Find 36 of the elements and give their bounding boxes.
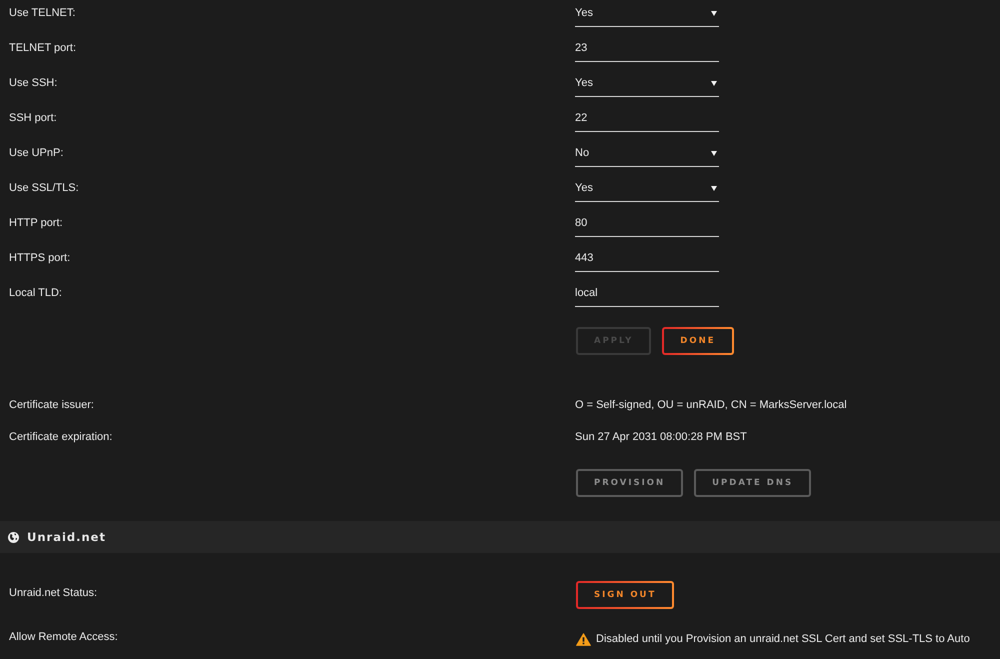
caret-icon [711, 150, 717, 156]
select-field[interactable]: Yes [575, 70, 719, 97]
setting-label: Unraid.net Status: [9, 586, 98, 601]
text-field[interactable]: 443 [575, 245, 719, 272]
caret-icon [711, 186, 717, 190]
text-field[interactable]: 23 [575, 35, 719, 62]
action-button[interactable]: PROVISION [576, 469, 684, 497]
caret-icon [711, 80, 717, 86]
globe-icon [8, 532, 19, 542]
setting-value: O = Self-signed, OU = unRAID, CN = MarksServer.local [575, 399, 847, 411]
setting-label: Use SSH: [9, 76, 58, 91]
setting-label: Local TLD: [9, 286, 62, 301]
setting-label: Allow Remote Access: [9, 630, 118, 645]
select-field[interactable]: Yes [575, 0, 719, 27]
caret-icon [711, 10, 717, 16]
text-field[interactable]: 80 [575, 210, 719, 237]
sign-out-button[interactable]: SIGN OUT [576, 581, 674, 609]
setting-label: Certificate expiration: [9, 430, 112, 445]
action-button[interactable]: DONE [662, 327, 734, 355]
setting-label: Certificate issuer: [9, 398, 94, 413]
setting-label: Use TELNET: [9, 6, 76, 21]
action-button[interactable]: UPDATE DNS [694, 469, 812, 497]
text-field[interactable]: local [575, 280, 719, 307]
setting-label: TELNET port: [9, 41, 76, 56]
setting-label: Use UPnP: [9, 146, 64, 161]
select-field[interactable]: No [575, 140, 719, 167]
setting-label: HTTPS port: [9, 251, 70, 266]
select-field[interactable]: Yes [575, 175, 719, 202]
setting-label: SSH port: [9, 111, 57, 126]
text-field[interactable]: 22 [575, 105, 719, 132]
warning-icon [576, 632, 591, 646]
section-title: Unraid.net [27, 530, 106, 544]
warning-text: Disabled until you Provision an unraid.net SSL Cert and set SSL-TLS to Auto [596, 633, 970, 645]
setting-label: Use SSL/TLS: [9, 181, 79, 196]
setting-value: Sun 27 Apr 2031 08:00:28 PM BST [575, 431, 747, 443]
setting-label: HTTP port: [9, 216, 63, 231]
